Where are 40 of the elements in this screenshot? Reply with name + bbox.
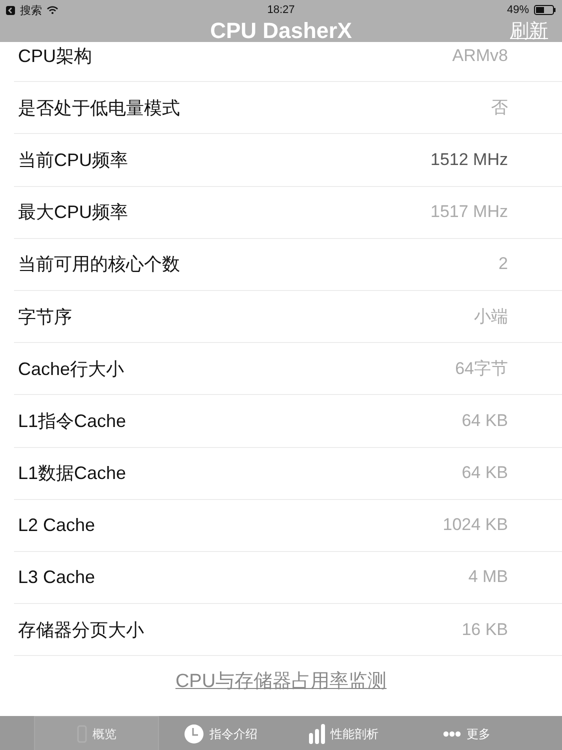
row-value: 1024 KB (442, 515, 508, 536)
row-label: Cache行大小 (18, 358, 124, 381)
refresh-button[interactable]: 刷新 (510, 18, 548, 44)
row-value: 64 KB (462, 410, 508, 431)
row-value: 1517 MHz (430, 202, 508, 222)
app-title: CPU DasherX (210, 18, 352, 44)
row-label: 当前CPU频率 (18, 148, 128, 172)
clock-icon (184, 724, 204, 744)
row-value: 4 MB (468, 567, 508, 588)
wifi-icon (47, 6, 58, 14)
row-label: 最大CPU频率 (18, 201, 128, 224)
row-value: 64 KB (462, 463, 508, 484)
row-value: 2 (498, 254, 508, 274)
row-label: 是否处于低电量模式 (18, 96, 180, 120)
row-value: 否 (491, 97, 508, 120)
battery-icon (534, 5, 556, 15)
more-icon (442, 731, 460, 737)
row-label: CPU架构 (18, 44, 92, 68)
battery-percent: 49% (506, 4, 529, 16)
status-time: 18:27 (267, 4, 295, 16)
row-value: 64字节 (455, 358, 508, 380)
row-value: ARMv8 (452, 46, 508, 66)
row-label: 存储器分页大小 (18, 618, 144, 642)
row-value: 16 KB (462, 620, 508, 640)
row-value: 小端 (474, 306, 508, 328)
row-label: 当前可用的核心个数 (18, 253, 180, 276)
row-label: L1数据Cache (18, 462, 126, 486)
row-value: 1512 MHz (430, 150, 508, 170)
row-label: 字节序 (18, 306, 72, 329)
back-label[interactable]: 搜索 (20, 2, 42, 18)
monitor-link[interactable]: CPU与存储器占用率监测 (175, 668, 387, 694)
tab[interactable]: 指令介绍 (159, 716, 282, 750)
bar-chart-icon (308, 724, 324, 744)
tab[interactable]: 性能剖析 (282, 716, 405, 750)
back-icon (6, 6, 15, 14)
tab[interactable]: 更多 (405, 716, 528, 750)
tab[interactable]: 概览 (34, 716, 159, 750)
row-label: L3 Cache (18, 566, 96, 588)
row-label: L1指令Cache (18, 410, 126, 433)
row-label: L2 Cache (18, 514, 96, 536)
